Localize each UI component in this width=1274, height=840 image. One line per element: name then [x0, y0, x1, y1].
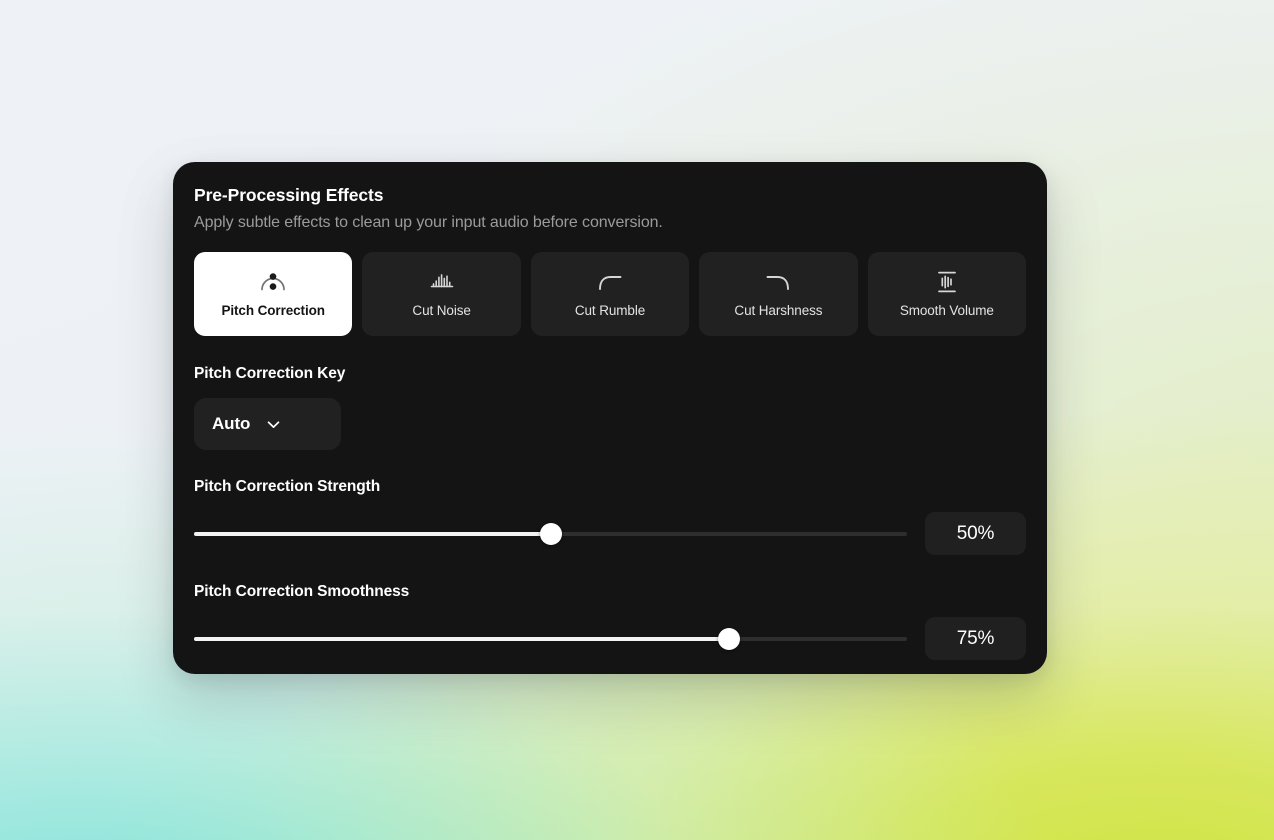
effect-tab-cut-rumble[interactable]: Cut Rumble	[530, 252, 690, 336]
pitch-correction-key-section: Pitch Correction Key Auto	[194, 364, 1026, 450]
pitch-correction-key-value: Auto	[212, 414, 251, 433]
pitch-correction-key-label: Pitch Correction Key	[194, 365, 346, 382]
pitch-correction-strength-section: Pitch Correction Strength 50%	[194, 477, 1026, 555]
effect-tab-smooth-volume[interactable]: Smooth Volume	[867, 252, 1027, 336]
effect-tab-cut-noise[interactable]: Cut Noise	[362, 252, 521, 336]
slider-thumb[interactable]	[539, 522, 562, 545]
effect-tab-pitch-correction[interactable]: Pitch Correction	[194, 252, 353, 336]
pitch-correction-strength-value: 50%	[925, 512, 1026, 555]
effect-tab-label: Pitch Correction	[221, 303, 325, 318]
effect-tab-row: Pitch Correction Cut Noise Cut Rumble Cu…	[194, 252, 1027, 336]
effect-tab-label: Smooth Volume	[899, 303, 994, 318]
pitch-correction-strength-slider[interactable]	[194, 522, 907, 545]
chevron-down-icon	[264, 415, 283, 434]
slider-fill	[194, 531, 551, 536]
pre-processing-effects-panel: Pre-Processing Effects Apply subtle effe…	[173, 162, 1047, 674]
effect-tab-label: Cut Rumble	[574, 303, 646, 318]
pitch-correction-icon	[258, 269, 288, 295]
pitch-correction-strength-row: 50%	[194, 512, 1026, 555]
pitch-correction-smoothness-section: Pitch Correction Smoothness 75%	[194, 582, 1026, 660]
slider-thumb[interactable]	[717, 627, 740, 650]
effect-tab-label: Cut Harshness	[734, 303, 823, 318]
pitch-correction-smoothness-slider[interactable]	[194, 627, 907, 650]
panel-title: Pre-Processing Effects	[194, 185, 384, 205]
compressor-icon	[932, 269, 962, 295]
low-pass-curve-icon	[762, 269, 794, 295]
pitch-correction-smoothness-label: Pitch Correction Smoothness	[194, 583, 410, 600]
slider-fill	[194, 636, 729, 641]
pitch-correction-smoothness-value: 75%	[925, 617, 1026, 660]
pitch-correction-strength-label: Pitch Correction Strength	[194, 478, 381, 495]
high-pass-curve-icon	[594, 269, 626, 295]
noise-bars-icon	[427, 269, 457, 295]
pitch-correction-smoothness-row: 75%	[194, 617, 1026, 660]
pitch-correction-key-select[interactable]: Auto	[194, 398, 341, 450]
effect-tab-cut-harshness[interactable]: Cut Harshness	[699, 252, 858, 336]
effect-tab-label: Cut Noise	[412, 303, 471, 318]
panel-subtitle: Apply subtle effects to clean up your in…	[194, 214, 663, 231]
